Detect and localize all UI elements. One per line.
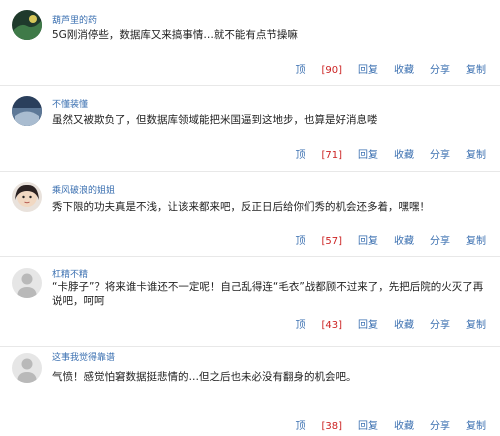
upvote-label: 顶 <box>295 320 306 331</box>
comment-username[interactable]: 乘风破浪的姐姐 <box>52 183 115 196</box>
comment-list: 葫芦里的药 5G刚消停些，数据库又来搞事情…就不能有点节操嘛 顶 [90] 回复 … <box>0 0 500 436</box>
reply-button[interactable]: 回复 <box>358 316 378 331</box>
user-avatar[interactable] <box>12 96 42 126</box>
comment-actions: 顶 [38] 回复 收藏 分享 复制 <box>279 417 486 432</box>
comment-text: “卡脖子”？将来谁卡谁还不一定呢！自己乱得连“毛衣”战都顾不过来了，先把后院的火… <box>52 281 484 307</box>
comment-username[interactable]: 不懂装懂 <box>52 97 88 110</box>
upvote-button[interactable]: 顶 [71] <box>279 146 342 161</box>
comment-item: 这事我觉得靠谱 气愤！感觉怕窘数据挺悲情的…但之后也未必没有翻身的机会吧。 顶 [… <box>0 347 500 436</box>
reply-button[interactable]: 回复 <box>358 146 378 161</box>
collect-button[interactable]: 收藏 <box>394 232 414 247</box>
comment-item: 不懂装懂 虽然又被欺负了，但数据库领域能把米国逼到这地步，也算是好消息喽 顶 [7… <box>0 86 500 172</box>
upvote-count: [43] <box>321 320 342 331</box>
reply-button[interactable]: 回复 <box>358 61 378 76</box>
collect-button[interactable]: 收藏 <box>394 316 414 331</box>
user-avatar[interactable] <box>12 353 42 383</box>
user-avatar[interactable] <box>12 268 42 298</box>
upvote-button[interactable]: 顶 [57] <box>279 232 342 247</box>
collect-button[interactable]: 收藏 <box>394 146 414 161</box>
comment-actions: 顶 [71] 回复 收藏 分享 复制 <box>279 146 486 161</box>
upvote-button[interactable]: 顶 [38] <box>279 417 342 432</box>
share-button[interactable]: 分享 <box>430 417 450 432</box>
upvote-button[interactable]: 顶 [90] <box>279 61 342 76</box>
upvote-label: 顶 <box>295 65 306 76</box>
comment-text: 秀下限的功夫真是不浅，让该来都来吧，反正日后给你们秀的机会还多着，嘿嘿！ <box>52 201 430 213</box>
user-avatar[interactable] <box>12 182 42 212</box>
upvote-label: 顶 <box>295 236 306 247</box>
comment-username[interactable]: 杠精不精 <box>52 267 88 280</box>
copy-button[interactable]: 复制 <box>466 232 486 247</box>
upvote-label: 顶 <box>295 150 306 161</box>
upvote-button[interactable]: 顶 [43] <box>279 316 342 331</box>
comment-username[interactable]: 葫芦里的药 <box>52 13 97 26</box>
comment-item: 葫芦里的药 5G刚消停些，数据库又来搞事情…就不能有点节操嘛 顶 [90] 回复 … <box>0 0 500 86</box>
reply-button[interactable]: 回复 <box>358 232 378 247</box>
upvote-count: [57] <box>321 236 342 247</box>
comment-text: 5G刚消停些，数据库又来搞事情…就不能有点节操嘛 <box>52 29 298 41</box>
share-button[interactable]: 分享 <box>430 146 450 161</box>
share-button[interactable]: 分享 <box>430 232 450 247</box>
share-button[interactable]: 分享 <box>430 61 450 76</box>
comment-item: 杠精不精 “卡脖子”？将来谁卡谁还不一定呢！自己乱得连“毛衣”战都顾不过来了，先… <box>0 257 500 347</box>
user-avatar[interactable] <box>12 10 42 40</box>
copy-button[interactable]: 复制 <box>466 417 486 432</box>
collect-button[interactable]: 收藏 <box>394 61 414 76</box>
comment-item: 乘风破浪的姐姐 秀下限的功夫真是不浅，让该来都来吧，反正日后给你们秀的机会还多着… <box>0 172 500 257</box>
copy-button[interactable]: 复制 <box>466 316 486 331</box>
comment-text: 气愤！感觉怕窘数据挺悲情的…但之后也未必没有翻身的机会吧。 <box>52 371 357 383</box>
copy-button[interactable]: 复制 <box>466 61 486 76</box>
comment-actions: 顶 [43] 回复 收藏 分享 复制 <box>279 316 486 331</box>
share-button[interactable]: 分享 <box>430 316 450 331</box>
comment-actions: 顶 [90] 回复 收藏 分享 复制 <box>279 61 486 76</box>
comment-actions: 顶 [57] 回复 收藏 分享 复制 <box>279 232 486 247</box>
collect-button[interactable]: 收藏 <box>394 417 414 432</box>
upvote-count: [71] <box>321 150 342 161</box>
comment-username[interactable]: 这事我觉得靠谱 <box>52 350 115 363</box>
upvote-label: 顶 <box>295 421 306 432</box>
reply-button[interactable]: 回复 <box>358 417 378 432</box>
comment-text: 虽然又被欺负了，但数据库领域能把米国逼到这地步，也算是好消息喽 <box>52 114 378 126</box>
copy-button[interactable]: 复制 <box>466 146 486 161</box>
upvote-count: [90] <box>321 65 342 76</box>
upvote-count: [38] <box>321 421 342 432</box>
